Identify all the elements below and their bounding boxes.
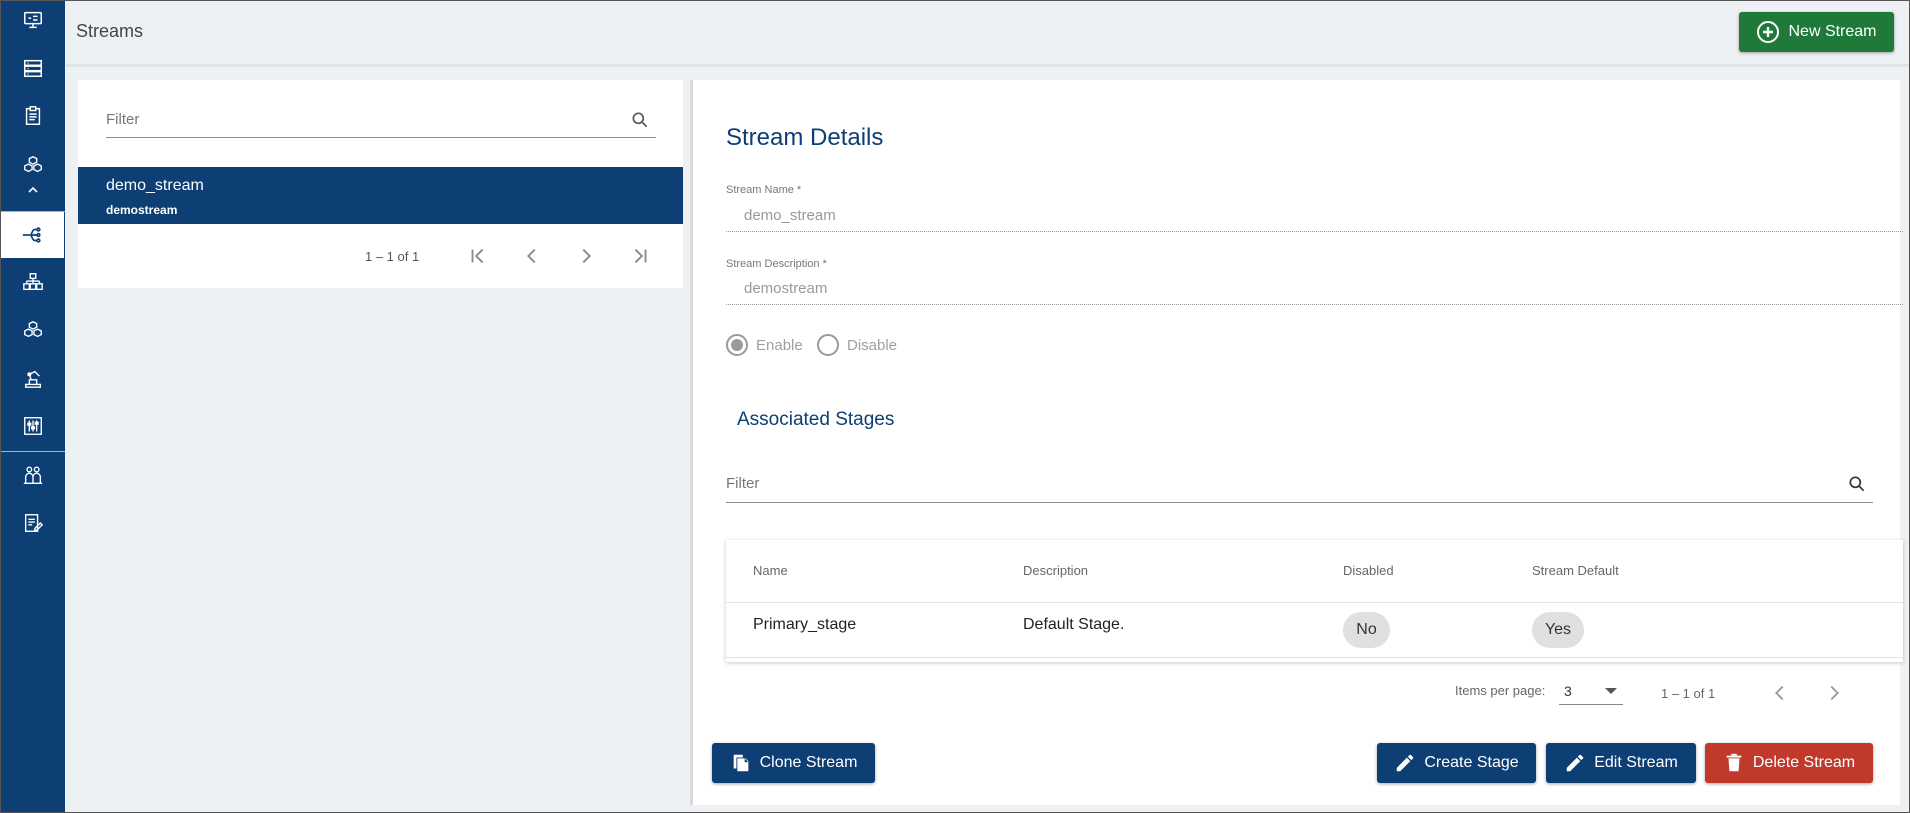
stream-list-panel: demo_stream demostream 1 – 1 of 1 bbox=[78, 80, 683, 805]
create-stage-button[interactable]: Create Stage bbox=[1377, 743, 1536, 783]
edit-stream-button[interactable]: Edit Stream bbox=[1546, 743, 1696, 783]
sidebar bbox=[0, 0, 65, 813]
stream-name-field[interactable]: demo_stream bbox=[744, 207, 836, 224]
stream-filter bbox=[106, 102, 656, 138]
new-stream-button[interactable]: New Stream bbox=[1739, 12, 1894, 52]
stream-filter-input[interactable] bbox=[106, 102, 656, 137]
sidebar-item-cubes[interactable] bbox=[0, 145, 65, 185]
clipboard-icon bbox=[25, 106, 40, 125]
stream-default-chip: Yes bbox=[1532, 612, 1584, 648]
first-page-icon bbox=[471, 248, 484, 264]
chevron-left-icon bbox=[527, 248, 536, 264]
cubes-icon bbox=[23, 155, 42, 173]
stream-description-underline bbox=[726, 304, 1903, 305]
stream-item-description: demostream bbox=[106, 203, 178, 217]
last-page-icon bbox=[634, 248, 647, 264]
stage-description-cell: Default Stage. bbox=[1023, 616, 1125, 633]
sidebar-item-streams[interactable] bbox=[0, 212, 64, 258]
items-per-page-value: 3 bbox=[1564, 683, 1572, 699]
column-header-name[interactable]: Name bbox=[753, 563, 788, 578]
sidebar-item-clipboard[interactable] bbox=[0, 96, 65, 136]
last-page-button[interactable] bbox=[627, 243, 653, 269]
cubes-icon bbox=[23, 320, 42, 338]
plus-circle-icon bbox=[1757, 21, 1780, 43]
stream-description-field[interactable]: demostream bbox=[744, 280, 827, 297]
stages-table: Name Description Disabled Stream Default… bbox=[726, 540, 1903, 662]
stages-previous-page-button[interactable] bbox=[1767, 680, 1793, 706]
robot-arm-icon bbox=[24, 370, 41, 388]
sidebar-collapse-toggle[interactable] bbox=[0, 182, 65, 198]
enable-radio[interactable]: Enable bbox=[726, 334, 803, 356]
chevron-up-icon bbox=[27, 186, 38, 193]
stages-next-page-button[interactable] bbox=[1821, 680, 1847, 706]
stage-filter bbox=[726, 465, 1873, 503]
sidebar-item-hierarchy[interactable] bbox=[0, 262, 65, 302]
stream-description-label: Stream Description * bbox=[726, 258, 827, 270]
column-header-disabled[interactable]: Disabled bbox=[1343, 563, 1394, 578]
previous-page-button[interactable] bbox=[519, 243, 545, 269]
disable-radio[interactable]: Disable bbox=[817, 334, 897, 356]
dropdown-caret-icon bbox=[1605, 688, 1617, 694]
sidebar-item-sliders[interactable] bbox=[0, 406, 65, 446]
new-stream-label: New Stream bbox=[1788, 23, 1877, 40]
stream-item-name: demo_stream bbox=[106, 177, 204, 194]
items-per-page-select[interactable]: 3 bbox=[1559, 677, 1623, 705]
stream-pager-range: 1 – 1 of 1 bbox=[365, 249, 420, 264]
column-header-description[interactable]: Description bbox=[1023, 563, 1088, 578]
first-page-button[interactable] bbox=[465, 243, 491, 269]
search-icon[interactable] bbox=[630, 110, 650, 130]
row-divider bbox=[726, 657, 1903, 658]
stage-name-cell[interactable]: Primary_stage bbox=[753, 616, 856, 634]
header-divider bbox=[66, 64, 1910, 67]
create-stage-label: Create Stage bbox=[1424, 754, 1519, 771]
sidebar-item-monitor[interactable] bbox=[0, 0, 65, 40]
copy-icon bbox=[733, 754, 748, 772]
delete-stream-label: Delete Stream bbox=[1752, 754, 1856, 771]
sidebar-item-people[interactable] bbox=[0, 455, 65, 495]
clone-stream-button[interactable]: Clone Stream bbox=[712, 743, 875, 783]
sidebar-item-robot[interactable] bbox=[0, 358, 65, 398]
disabled-chip: No bbox=[1343, 612, 1390, 648]
clone-stream-label: Clone Stream bbox=[759, 754, 858, 771]
column-header-stream-default[interactable]: Stream Default bbox=[1532, 563, 1619, 578]
monitor-icon bbox=[23, 11, 42, 29]
stream-flow-icon bbox=[22, 227, 41, 243]
chevron-right-icon bbox=[1830, 685, 1839, 701]
stream-list-card: demo_stream demostream 1 – 1 of 1 bbox=[78, 80, 683, 288]
pencil-icon bbox=[1566, 754, 1584, 772]
radio-unchecked-icon bbox=[817, 334, 839, 356]
stages-pager-range: 1 – 1 of 1 bbox=[1661, 686, 1716, 701]
report-edit-icon bbox=[24, 514, 43, 532]
chevron-left-icon bbox=[1775, 685, 1784, 701]
pencil-icon bbox=[1397, 754, 1414, 772]
hierarchy-icon bbox=[22, 273, 43, 291]
enable-label: Enable bbox=[756, 336, 803, 354]
sidebar-item-reports[interactable] bbox=[0, 503, 65, 543]
sidebar-item-cubes-2[interactable] bbox=[0, 310, 65, 350]
people-icon bbox=[23, 466, 42, 484]
details-title: Stream Details bbox=[726, 124, 884, 151]
disable-label: Disable bbox=[847, 336, 898, 354]
sliders-icon bbox=[23, 417, 42, 435]
search-icon[interactable] bbox=[1847, 474, 1867, 494]
edit-stream-label: Edit Stream bbox=[1594, 754, 1678, 771]
next-page-button[interactable] bbox=[573, 243, 599, 269]
chevron-right-icon bbox=[582, 248, 591, 264]
stream-details-panel: Stream Details Stream Name * demo_stream… bbox=[690, 80, 1903, 805]
server-list-icon bbox=[23, 59, 42, 77]
stage-filter-input[interactable] bbox=[726, 465, 1873, 502]
page-title: Streams bbox=[76, 21, 144, 41]
delete-stream-button[interactable]: Delete Stream bbox=[1705, 743, 1873, 783]
stream-list-item[interactable]: demo_stream demostream bbox=[78, 167, 683, 224]
associated-stages-title: Associated Stages bbox=[737, 409, 895, 430]
stream-name-underline bbox=[726, 231, 1903, 232]
trash-icon bbox=[1726, 753, 1742, 772]
sidebar-divider bbox=[0, 451, 65, 452]
header-divider bbox=[726, 602, 1903, 603]
stream-name-label: Stream Name * bbox=[726, 184, 802, 196]
sidebar-item-servers[interactable] bbox=[0, 48, 65, 88]
radio-checked-icon bbox=[726, 334, 748, 356]
items-per-page-label: Items per page: bbox=[1455, 683, 1546, 698]
